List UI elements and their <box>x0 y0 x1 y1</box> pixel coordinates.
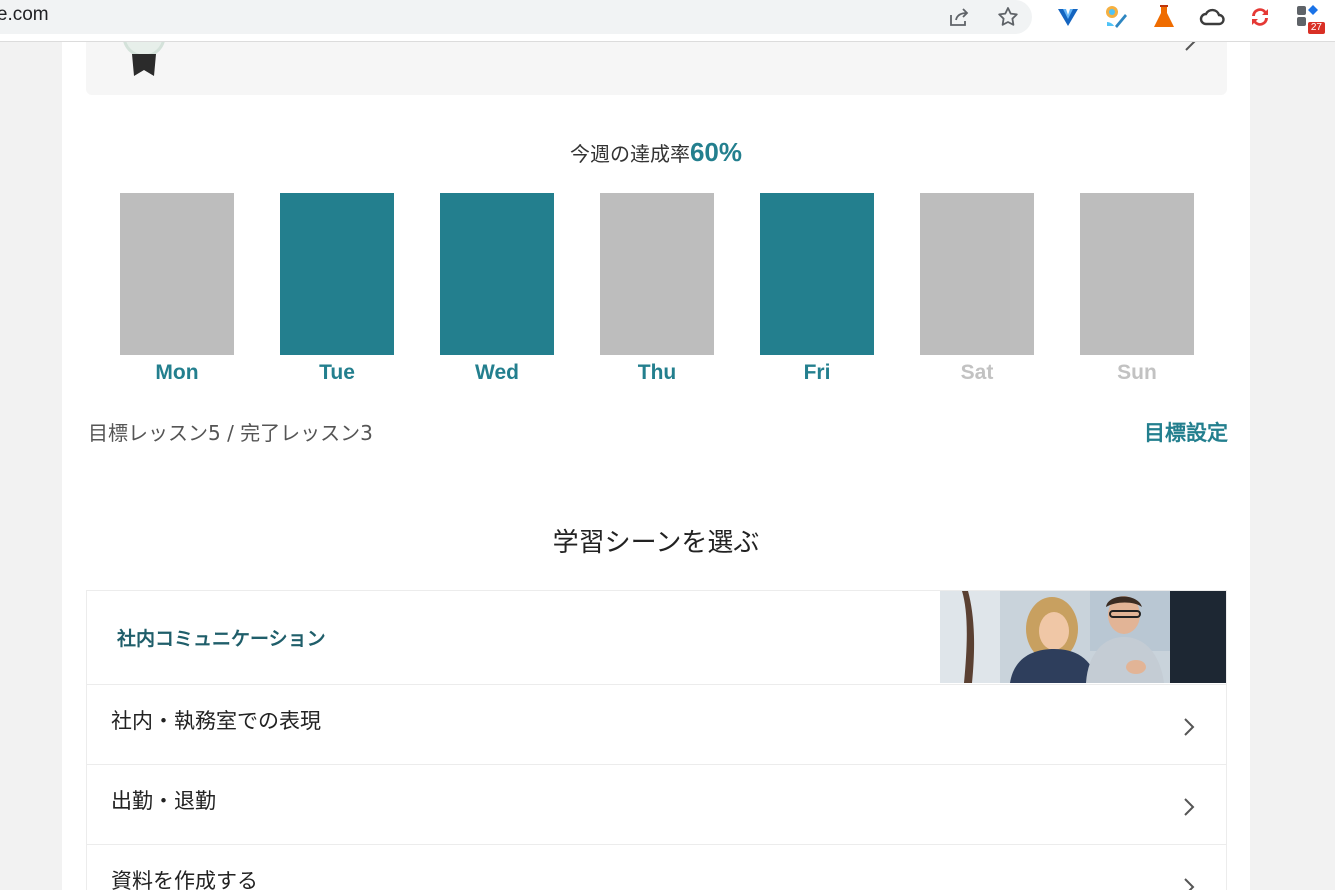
day-bar-thu <box>600 193 714 355</box>
day-bar-sat <box>920 193 1034 355</box>
scene-item[interactable]: 資料を作成する <box>87 845 1226 890</box>
day-label-fri: Fri <box>803 361 831 384</box>
day-label-tue: Tue <box>319 361 355 384</box>
url-text[interactable]: ore.com <box>0 4 49 26</box>
extension-cloud-icon[interactable] <box>1197 2 1227 32</box>
day-bar-tue <box>280 193 394 355</box>
achievement-rate: 60% <box>689 137 743 167</box>
chevron-right-icon <box>1182 797 1196 821</box>
scene-category-label: 社内コミュニケーション <box>117 628 326 650</box>
extension-brush-icon[interactable] <box>1101 2 1131 32</box>
day-label-wed: Wed <box>475 361 519 384</box>
scene-item-label: 出勤・退勤 <box>111 789 216 813</box>
chevron-right-icon <box>1182 717 1196 741</box>
day-bar-mon <box>120 193 234 355</box>
goal-setting-link[interactable]: 目標設定 <box>1144 417 1228 447</box>
goal-summary: 目標レッスン5 / 完了レッスン3 <box>88 421 373 445</box>
address-bar[interactable]: ore.com <box>0 0 1032 34</box>
extension-badge: 27 <box>1307 22 1325 34</box>
extension-v-icon[interactable] <box>1053 2 1083 32</box>
scene-category-header[interactable]: 社内コミュニケーション <box>87 591 1226 685</box>
extension-sync-icon[interactable] <box>1245 2 1275 32</box>
day-label-sun: Sun <box>1117 361 1157 384</box>
weekly-achievement-title: 今週の達成率60% <box>62 137 1250 168</box>
section-title: 学習シーンを選ぶ <box>552 528 760 558</box>
extension-apps-icon[interactable]: 27 <box>1293 2 1325 34</box>
scene-card: 社内コミュニケーション 社内・執務室での表現 出勤・退勤 資料を作成する <box>86 590 1227 890</box>
chevron-right-icon <box>1182 877 1196 890</box>
award-ribbon-icon <box>122 42 166 80</box>
scene-item-label: 資料を作成する <box>111 869 258 890</box>
chevron-right-icon <box>1183 42 1197 56</box>
day-label-sat: Sat <box>960 361 994 384</box>
scene-item[interactable]: 社内・執務室での表現 <box>87 685 1226 765</box>
day-bar-wed <box>440 193 554 355</box>
day-bar-fri <box>760 193 874 355</box>
browser-toolbar: ore.com 27 <box>0 0 1335 42</box>
extension-flask-icon[interactable] <box>1149 2 1179 32</box>
bookmark-star-icon[interactable] <box>993 2 1023 32</box>
page-content: 今週の達成率60% Mon Tue Wed Thu Fri Sat Sun 目標レッスン5 … <box>62 42 1250 890</box>
goal-row: 目標レッスン5 / 完了レッスン3 目標設定 <box>88 417 1228 447</box>
share-icon[interactable] <box>944 2 974 32</box>
day-label-mon: Mon <box>155 361 199 384</box>
award-card[interactable] <box>86 42 1227 95</box>
day-bar-sun <box>1080 193 1194 355</box>
scene-item[interactable]: 出勤・退勤 <box>87 765 1226 845</box>
day-label-thu: Thu <box>637 361 677 384</box>
office-meeting-photo <box>940 591 1226 683</box>
rate-title-prefix: 今週の達成率 <box>569 142 690 166</box>
scene-item-label: 社内・執務室での表現 <box>111 709 321 733</box>
